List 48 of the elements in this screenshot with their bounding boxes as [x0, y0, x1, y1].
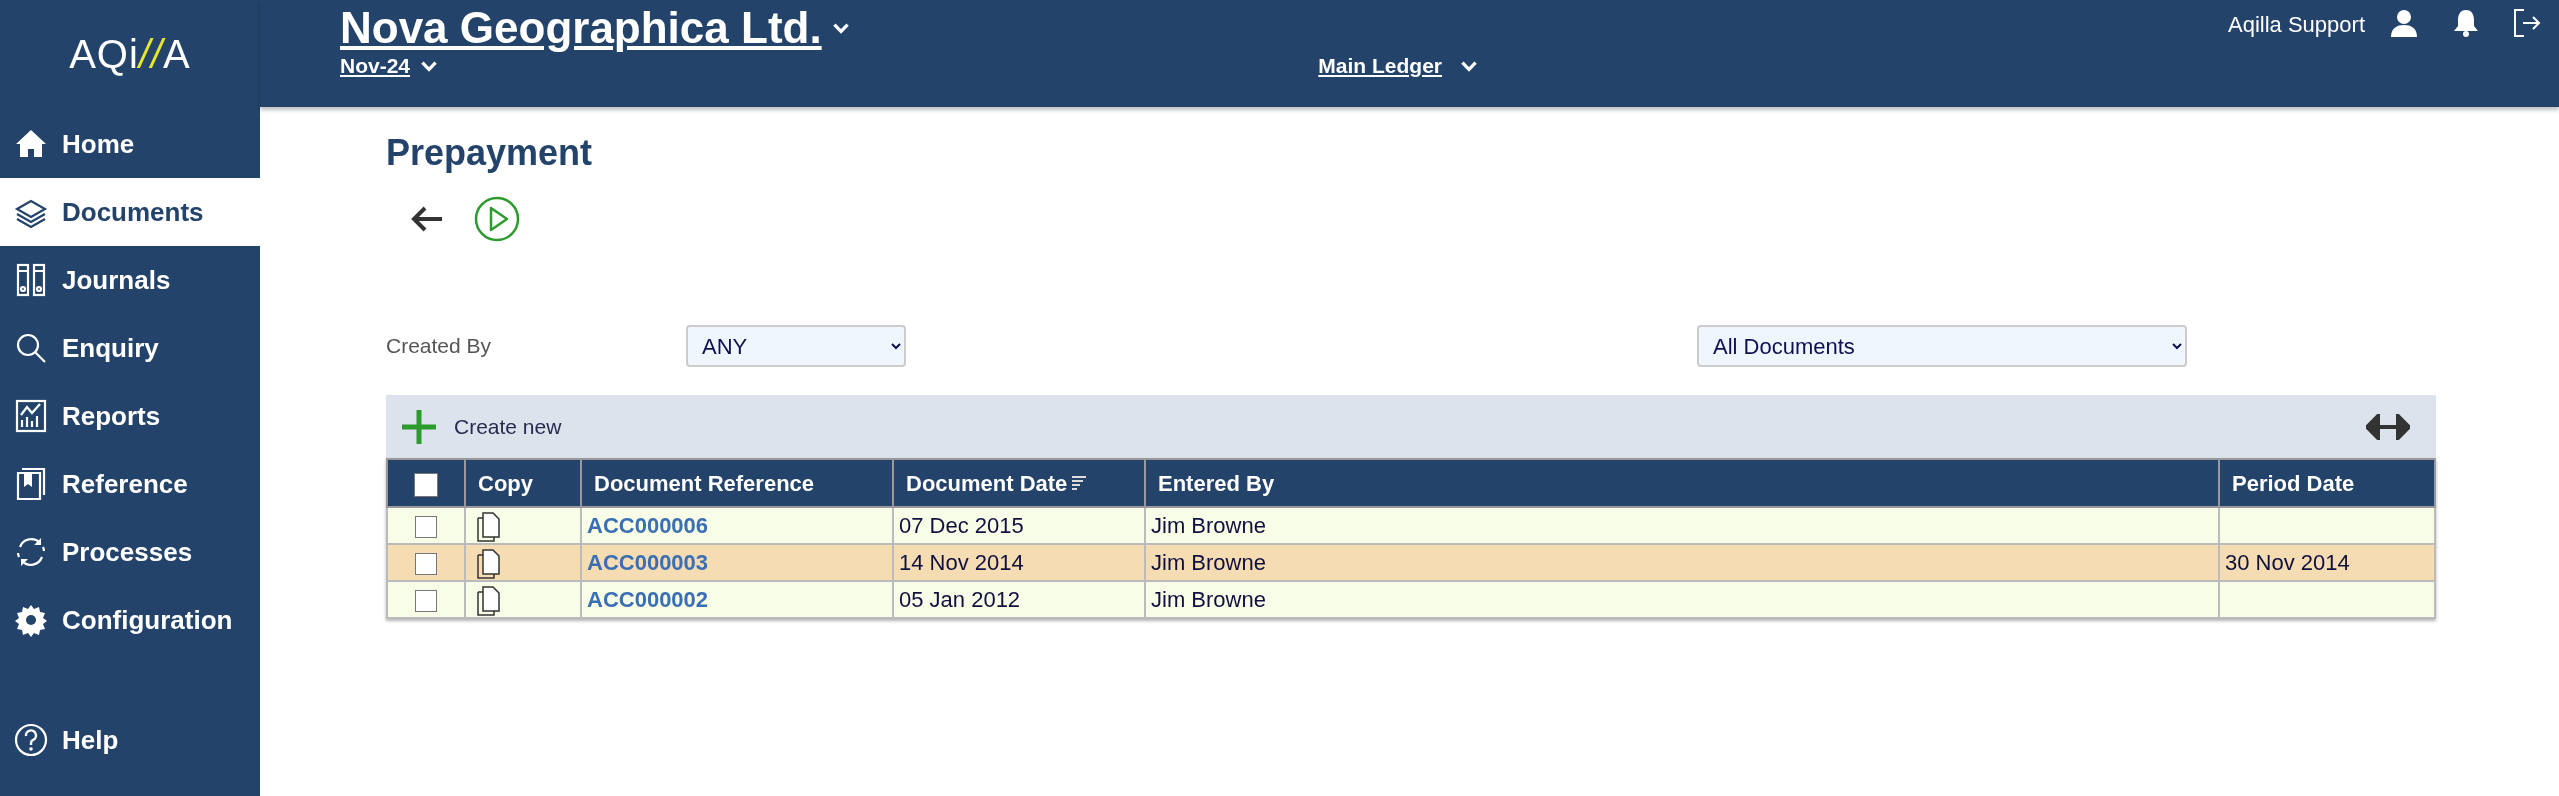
period-link[interactable]: Nov-24	[340, 50, 411, 82]
copy-icon[interactable]	[475, 510, 503, 543]
sidebar-item[interactable]: Reference	[0, 450, 260, 518]
expand-width-icon[interactable]	[2366, 413, 2410, 440]
help-icon	[14, 723, 48, 757]
user-name: Aqilla Support	[2228, 11, 2365, 39]
run-icon[interactable]	[474, 196, 520, 243]
copy-icon[interactable]	[475, 584, 503, 617]
bell-icon[interactable]	[2453, 8, 2479, 38]
sidebar-item[interactable]: Processes	[0, 518, 260, 586]
row-checkbox[interactable]	[415, 516, 437, 539]
select-all-checkbox[interactable]	[414, 472, 438, 497]
logout-icon[interactable]	[2513, 8, 2541, 38]
sidebar-item[interactable]: Documents	[0, 178, 260, 246]
search-icon	[14, 331, 48, 365]
date-cell: 14 Nov 2014	[899, 550, 1024, 576]
user-icon[interactable]	[2389, 8, 2419, 38]
created-by-label: Created By	[386, 333, 493, 360]
row-checkbox[interactable]	[415, 590, 437, 613]
page-title: Prepayment	[386, 131, 594, 175]
sidebar-item[interactable]: Enquiry	[0, 314, 260, 382]
ledger-link[interactable]: Main Ledger	[1318, 50, 1442, 82]
sidebar-item[interactable]: Journals	[0, 246, 260, 314]
copy-icon[interactable]	[475, 547, 503, 580]
created-by-select[interactable]: ANY	[686, 325, 906, 368]
chart-icon	[14, 399, 48, 433]
create-new-link[interactable]: Create new	[454, 410, 562, 443]
gear-icon	[14, 603, 48, 637]
refresh-icon	[14, 535, 48, 569]
row-checkbox[interactable]	[415, 553, 437, 576]
date-cell: 07 Dec 2015	[899, 513, 1024, 539]
entered-by-cell: Jim Browne	[1151, 513, 1266, 539]
logo: AQi//A	[69, 30, 191, 78]
sort-icon[interactable]	[1071, 475, 1088, 492]
binders-icon	[14, 263, 48, 297]
date-cell: 05 Jan 2012	[899, 587, 1021, 613]
help-link[interactable]: Help	[0, 706, 260, 774]
entered-by-cell: Jim Browne	[1151, 550, 1266, 576]
date-cell: 30 Nov 2014	[2225, 550, 2350, 576]
plus-icon[interactable]	[400, 407, 438, 446]
book-icon	[14, 467, 48, 501]
sidebar-item[interactable]: Configuration	[0, 586, 260, 654]
document-filter-select[interactable]: All Documents	[1697, 325, 2187, 368]
company-link[interactable]: Nova Geographica Ltd.	[340, 4, 822, 53]
sidebar-item[interactable]: Reports	[0, 382, 260, 450]
entered-by-cell: Jim Browne	[1151, 587, 1266, 613]
sidebar-item[interactable]: Home	[0, 110, 260, 178]
column-header[interactable]: Entered By	[1158, 466, 1275, 500]
